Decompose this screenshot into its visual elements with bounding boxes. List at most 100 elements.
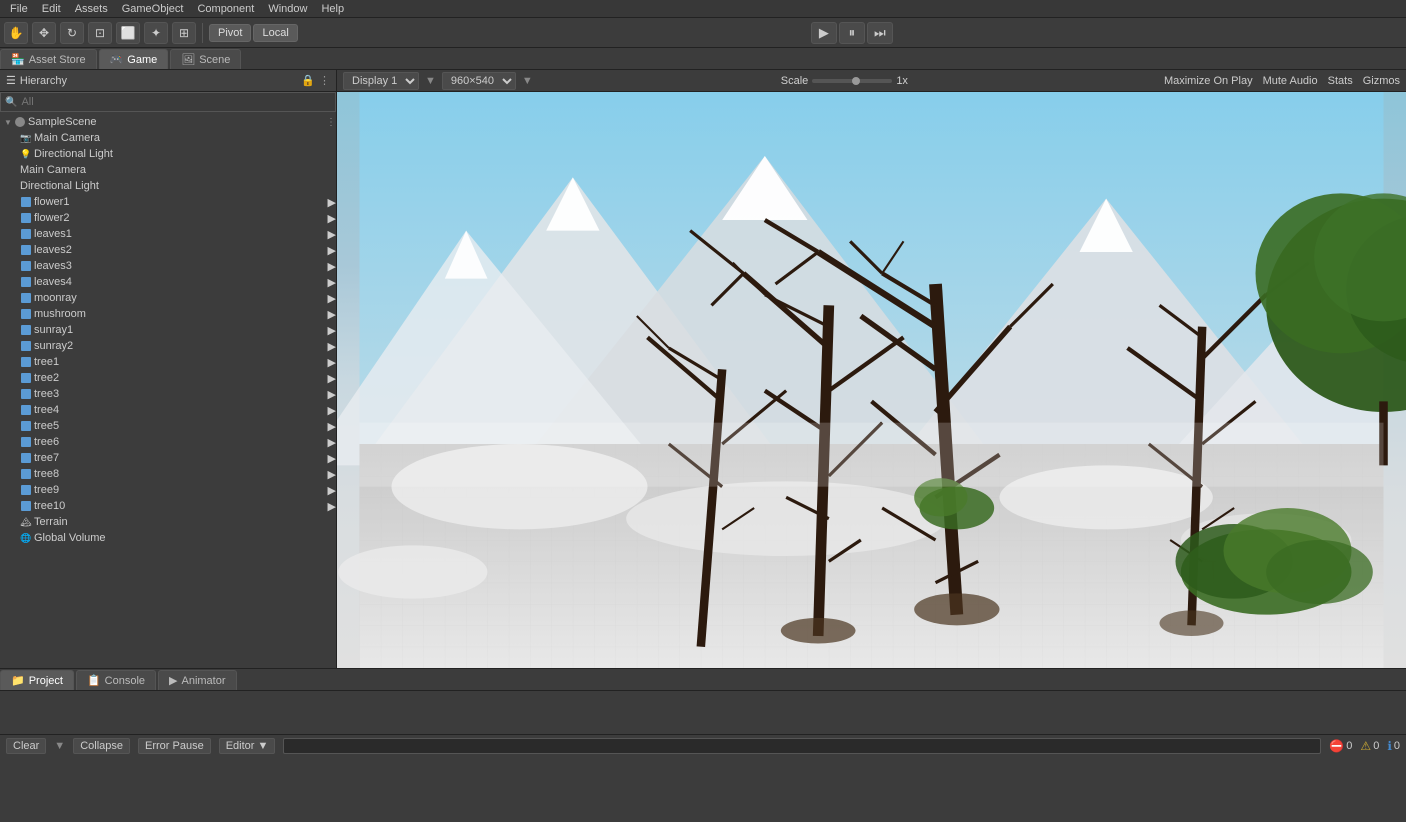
game-icon: 🎮 — [110, 53, 124, 66]
info-badge[interactable]: ℹ 0 — [1387, 739, 1400, 753]
hierarchy-item-directional-light[interactable]: 💡 Directional Light — [0, 146, 336, 162]
menu-component[interactable]: Component — [191, 0, 260, 17]
resolution-arrow-icon: ▼ — [522, 75, 533, 87]
cube-icon — [20, 468, 32, 480]
tab-scene[interactable]: 🖼 Scene — [170, 49, 241, 69]
hierarchy-item-tree7[interactable]: tree7▶ — [0, 450, 336, 466]
hierarchy-item-leaves2[interactable]: leaves2▶ — [0, 242, 336, 258]
scale-bar: Scale 1x — [781, 75, 908, 87]
transform-tool-btn[interactable]: ✦ — [144, 22, 168, 44]
hierarchy-item-tree9[interactable]: tree9▶ — [0, 482, 336, 498]
hierarchy-item-tree8[interactable]: tree8▶ — [0, 466, 336, 482]
menu-edit[interactable]: Edit — [36, 0, 67, 17]
move-tool-btn[interactable]: ✥ — [32, 22, 56, 44]
hierarchy-item-leaves1[interactable]: leaves1▶ — [0, 226, 336, 242]
menu-help[interactable]: Help — [315, 0, 350, 17]
scene-options[interactable]: ⋮ — [326, 117, 336, 128]
hierarchy-item-tree10[interactable]: tree10▶ — [0, 498, 336, 514]
tab-asset-store[interactable]: 🏪 Asset Store — [0, 49, 97, 69]
hierarchy-more-icon[interactable]: ⋮ — [319, 74, 330, 87]
rotate-tool-btn[interactable]: ↻ — [60, 22, 84, 44]
pause-btn[interactable]: ⏸ — [839, 22, 865, 44]
project-icon: 📁 — [11, 674, 25, 687]
hierarchy-lock-icon[interactable]: 🔒 — [301, 74, 315, 87]
pivot-local-group: Pivot Local — [209, 24, 298, 42]
hierarchy-item-leaves4[interactable]: leaves4▶ — [0, 274, 336, 290]
hierarchy-item-tree3[interactable]: tree3▶ — [0, 386, 336, 402]
scale-value: 1x — [896, 75, 908, 87]
cube-icon — [20, 372, 32, 384]
item-arrow: ▶ — [328, 340, 336, 353]
cube-icon — [20, 324, 32, 336]
hand-tool-btn[interactable]: ✋ — [4, 22, 28, 44]
hierarchy-item-main-camera[interactable]: 📷 Main Camera — [0, 130, 336, 146]
display-select[interactable]: Display 1 — [343, 72, 419, 90]
menu-assets[interactable]: Assets — [69, 0, 114, 17]
pivot-btn[interactable]: Pivot — [209, 24, 251, 42]
cube-icon — [20, 196, 32, 208]
bottom-bar: Clear ▼ Collapse Error Pause Editor ▼ ⛔ … — [0, 734, 1406, 756]
arrow-down-icon: ▼ — [425, 75, 436, 87]
hierarchy-item-tree6[interactable]: tree6▶ — [0, 434, 336, 450]
play-btn[interactable]: ▶ — [811, 22, 837, 44]
hierarchy-item-tree5[interactable]: tree5▶ — [0, 418, 336, 434]
editor-dropdown-icon: ▼ — [258, 740, 269, 752]
hierarchy-item-global-volume[interactable]: 🌐Global Volume — [0, 530, 336, 546]
main-layout: ☰ Hierarchy 🔒 ⋮ 🔍 ▼ SampleScene ⋮ — [0, 70, 1406, 668]
warning-badge[interactable]: ⚠ 0 — [1360, 739, 1379, 753]
hierarchy-item-leaves3[interactable]: leaves3▶ — [0, 258, 336, 274]
cube-icon — [20, 388, 32, 400]
gizmos-label[interactable]: Gizmos — [1363, 75, 1400, 87]
maximize-on-play-label[interactable]: Maximize On Play — [1164, 75, 1253, 87]
item-arrow: ▶ — [328, 196, 336, 209]
hierarchy-item-terrain[interactable]: 🏔Terrain — [0, 514, 336, 530]
hierarchy-item-tree2[interactable]: tree2▶ — [0, 370, 336, 386]
hierarchy-item-tree4[interactable]: tree4▶ — [0, 402, 336, 418]
tab-game[interactable]: 🎮 Game — [99, 49, 169, 69]
bottom-tab-bar: 📁 Project 📋 Console ▶ Animator — [0, 669, 1406, 691]
hierarchy-item-directional-light[interactable]: Directional Light — [0, 178, 336, 194]
clear-btn[interactable]: Clear — [6, 738, 46, 754]
scale-tool-btn[interactable]: ⊡ — [88, 22, 112, 44]
collapse-btn[interactable]: Collapse — [73, 738, 130, 754]
hierarchy-item-mushroom[interactable]: mushroom▶ — [0, 306, 336, 322]
tab-console[interactable]: 📋 Console — [76, 670, 156, 690]
cube-icon — [20, 228, 32, 240]
hierarchy-item-moonray[interactable]: moonray▶ — [0, 290, 336, 306]
scene-root-item[interactable]: ▼ SampleScene ⋮ — [0, 114, 336, 130]
hierarchy-item-flower1[interactable]: flower1▶ — [0, 194, 336, 210]
mute-audio-label[interactable]: Mute Audio — [1263, 75, 1318, 87]
editor-btn[interactable]: Editor ▼ — [219, 738, 276, 754]
cube-icon — [20, 500, 32, 512]
menu-file[interactable]: File — [4, 0, 34, 17]
custom-tool-btn[interactable]: ⊞ — [172, 22, 196, 44]
item-arrow: ▶ — [328, 420, 336, 433]
clear-dropdown-icon[interactable]: ▼ — [54, 740, 65, 752]
tab-animator[interactable]: ▶ Animator — [158, 670, 237, 690]
hierarchy-item-tree1[interactable]: tree1▶ — [0, 354, 336, 370]
console-search-input[interactable] — [283, 738, 1321, 754]
error-badge[interactable]: ⛔ 0 — [1329, 739, 1352, 753]
error-pause-btn[interactable]: Error Pause — [138, 738, 211, 754]
cube-icon — [20, 436, 32, 448]
tab-project[interactable]: 📁 Project — [0, 670, 74, 690]
camera-icon: 📷 — [20, 132, 32, 144]
hierarchy-menu-icon: ☰ — [6, 74, 16, 87]
scale-label: Scale — [781, 75, 809, 87]
local-btn[interactable]: Local — [253, 24, 297, 42]
rect-tool-btn[interactable]: ⬜ — [116, 22, 140, 44]
hierarchy-item-sunray2[interactable]: sunray2▶ — [0, 338, 336, 354]
stats-label[interactable]: Stats — [1328, 75, 1353, 87]
menu-window[interactable]: Window — [262, 0, 313, 17]
menu-gameobject[interactable]: GameObject — [116, 0, 190, 17]
hierarchy-item-sunray1[interactable]: sunray1▶ — [0, 322, 336, 338]
item-arrow: ▶ — [328, 388, 336, 401]
resolution-select[interactable]: 960×540 — [442, 72, 516, 90]
step-btn[interactable]: ⏭ — [867, 22, 893, 44]
item-arrow: ▶ — [328, 228, 336, 241]
scale-slider[interactable] — [812, 79, 892, 83]
hierarchy-item-main-camera[interactable]: Main Camera — [0, 162, 336, 178]
search-input[interactable] — [21, 96, 331, 108]
game-viewport[interactable] — [337, 92, 1406, 668]
hierarchy-item-flower2[interactable]: flower2▶ — [0, 210, 336, 226]
